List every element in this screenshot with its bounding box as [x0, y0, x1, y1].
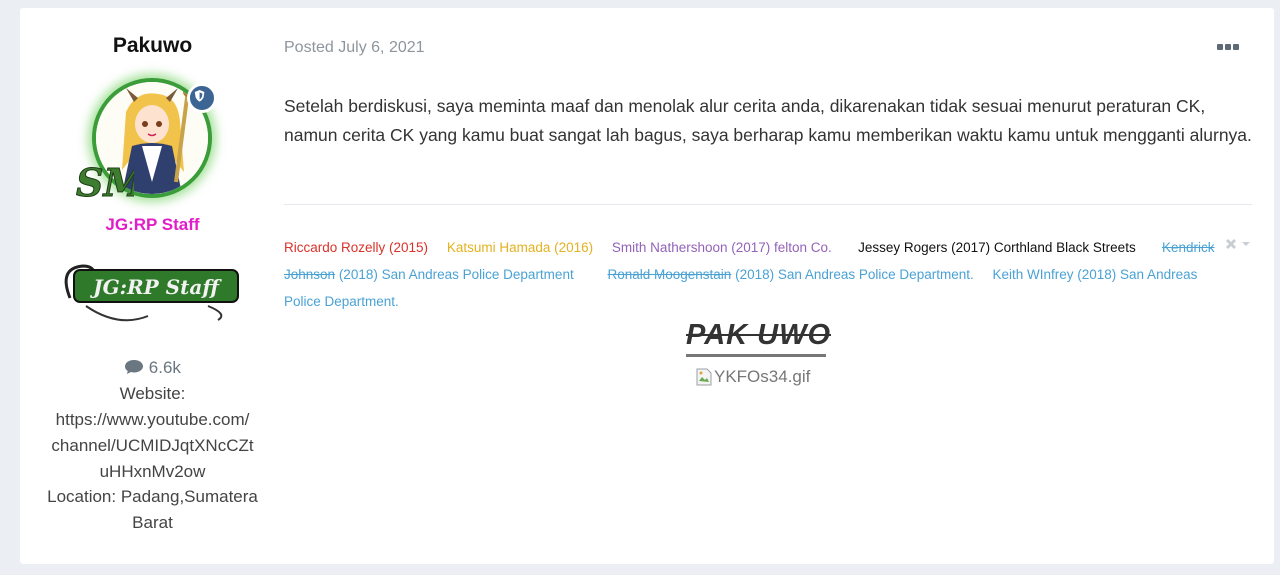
close-icon — [1225, 238, 1237, 250]
shield-icon — [187, 83, 217, 113]
sig-entry-smith: Smith Nathershoon (2017) felton Co. — [611, 240, 832, 255]
group-title: JG:RP Staff — [105, 215, 200, 234]
chevron-down-icon — [1242, 242, 1250, 246]
signature-hide-control[interactable] — [1225, 237, 1257, 253]
post-body: Setelah berdiskusi, saya meminta maaf da… — [284, 96, 1252, 145]
location-line-1: Location: Padang,Sumatera — [47, 487, 258, 506]
sig-entry-ronald-name: Ronald Moogenstain — [607, 267, 732, 282]
author-avatar-container[interactable]: SM — [76, 78, 217, 204]
signature-divider — [284, 204, 1252, 205]
group-banner-text: JG:RP Staff — [89, 275, 222, 299]
website-label: Website: — [119, 384, 186, 403]
sig-entry-riccardo: Riccardo Rozelly (2015) — [284, 240, 429, 255]
sm-emblem-icon: SM — [76, 160, 134, 204]
signature-title: PAK UWO — [686, 319, 832, 351]
sig-entry-kendrick-rest: (2018) San Andreas Police Department — [338, 267, 574, 282]
group-banner: JG:RP Staff — [58, 258, 243, 324]
sig-entry-jessey: Jessey Rogers (2017) Corthland Black Str… — [858, 240, 1136, 255]
svg-text:SM: SM — [76, 160, 134, 204]
signature-title-underline — [686, 354, 826, 357]
broken-image: YKFOs34.gif — [696, 367, 810, 387]
website-url-line-2[interactable]: channel/UCMIDJqtXNcCZt — [20, 436, 285, 456]
location-line-2: Barat — [132, 513, 173, 532]
broken-image-alt: YKFOs34.gif — [714, 367, 811, 386]
broken-image-icon — [696, 368, 712, 386]
post-date[interactable]: Posted July 6, 2021 — [284, 39, 425, 57]
website-url-line-3[interactable]: uHHxnMv2ow — [20, 462, 285, 482]
post-card: Pakuwo S JG:RP Staff JG:RP Staff 6.6k We… — [20, 8, 1274, 564]
website-url-line-1[interactable]: https://www.youtube.com/ — [20, 410, 285, 430]
post-count[interactable]: 6.6k — [20, 358, 285, 378]
signature: Riccardo Rozelly (2015) Katsumi Hamada (… — [284, 234, 1224, 315]
sig-entry-ronald-rest: (2018) San Andreas Police Department. — [735, 267, 974, 282]
comment-icon — [125, 360, 144, 374]
ellipsis-icon[interactable] — [1217, 42, 1239, 52]
post-count-value: 6.6k — [148, 358, 181, 377]
author-name[interactable]: Pakuwo — [20, 34, 285, 58]
group-banner-image: JG:RP Staff — [64, 264, 239, 322]
sig-entry-katsumi: Katsumi Hamada (2016) — [446, 240, 594, 255]
